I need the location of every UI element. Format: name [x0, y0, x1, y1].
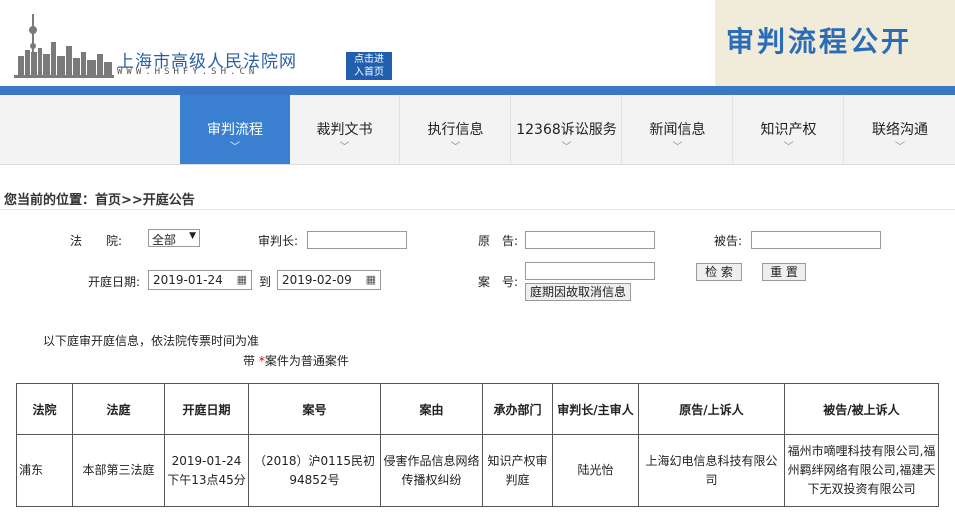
- nav-label: 联络沟通: [872, 122, 928, 138]
- col-header-defendant: 被告/被上诉人: [784, 383, 939, 435]
- nav-label: 审判流程: [207, 122, 263, 138]
- date-to-value: 2019-02-09: [282, 273, 352, 287]
- plaintiff-label: 原 告:: [478, 234, 519, 248]
- header-divider: [0, 86, 955, 95]
- col-header-department: 承办部门: [482, 383, 553, 435]
- col-header-case-no: 案号: [248, 383, 381, 435]
- notice-text: 以下庭审开庭信息，依法院传票时间为准: [43, 334, 260, 348]
- calendar-icon: ▦: [365, 273, 376, 286]
- nav-item-news[interactable]: 新闻信息 ﹀: [623, 95, 733, 164]
- cell-case-no: （2018）沪0115民初94852号: [248, 434, 381, 507]
- date-to-label: 到: [259, 275, 272, 289]
- enter-home-button[interactable]: 点击进 入首页: [346, 52, 392, 80]
- legend-prefix: 带: [243, 354, 259, 368]
- col-header-plaintiff: 原告/上诉人: [638, 383, 785, 435]
- reset-button[interactable]: 重 置: [762, 263, 806, 281]
- case-no-input[interactable]: [525, 262, 655, 280]
- nav-label: 知识产权: [760, 122, 817, 138]
- chevron-down-icon: ﹀: [339, 142, 350, 153]
- nav-item-judgments[interactable]: 裁判文书 ﹀: [290, 95, 400, 164]
- chevron-down-icon: ﹀: [783, 142, 794, 153]
- cell-defendant: 福州市嘀哩科技有限公司,福州羁绊网络有限公司,福建天下无双投资有限公司: [784, 434, 939, 507]
- nav-item-ip[interactable]: 知识产权 ﹀: [734, 95, 844, 164]
- cell-cause: 侵害作品信息网络传播权纠纷: [380, 434, 483, 507]
- col-header-court: 法院: [16, 383, 73, 435]
- col-header-courtroom: 法庭: [72, 383, 165, 435]
- calendar-icon: ▦: [236, 273, 247, 286]
- chevron-down-icon: ﹀: [230, 142, 240, 153]
- site-url: WWW.HSHFY.SH.CN: [117, 67, 259, 77]
- col-header-judge: 审判长/主审人: [552, 383, 639, 435]
- plaintiff-input[interactable]: [525, 231, 655, 249]
- court-select-value: 全部: [152, 233, 177, 247]
- date-from-input[interactable]: 2019-01-24 ▦: [148, 270, 252, 290]
- defendant-input[interactable]: [751, 231, 881, 249]
- main-nav: 审判流程 ﹀ 裁判文书 ﹀ 执行信息 ﹀ 12368诉讼服务 ﹀ 新闻信息 ﹀ …: [0, 95, 955, 165]
- search-button[interactable]: 检 索: [696, 263, 742, 281]
- nav-label: 裁判文书: [316, 122, 373, 138]
- nav-label: 新闻信息: [649, 122, 706, 138]
- cell-department: 知识产权审判庭: [482, 434, 553, 507]
- nav-item-12368-service[interactable]: 12368诉讼服务 ﹀: [512, 95, 622, 164]
- cell-date: 2019-01-24下午13点45分: [164, 434, 249, 507]
- nav-item-execution[interactable]: 执行信息 ﹀: [401, 95, 511, 164]
- defendant-label: 被告:: [714, 234, 743, 248]
- date-to-input[interactable]: 2019-02-09 ▦: [277, 270, 381, 290]
- col-header-cause: 案由: [380, 383, 483, 435]
- nav-item-trial-process[interactable]: 审判流程 ﹀: [180, 95, 290, 164]
- banner-title: 审判流程公开: [726, 25, 913, 58]
- dropdown-arrow-icon: ▼: [189, 231, 196, 241]
- cell-court: 浦东: [16, 434, 73, 507]
- chevron-down-icon: ﹀: [561, 142, 572, 153]
- cell-judge: 陆光怡: [552, 434, 639, 507]
- court-label: 法 院:: [70, 234, 123, 248]
- site-header: 上海市高级人民法院网 WWW.HSHFY.SH.CN 点击进 入首页 审判流程公…: [0, 0, 955, 86]
- breadcrumb: 您当前的位置：首页>>开庭公告: [4, 193, 195, 208]
- chevron-down-icon: ﹀: [895, 142, 905, 153]
- cell-plaintiff: 上海幻电信息科技有限公司: [638, 434, 785, 507]
- court-select[interactable]: 全部 ▼: [148, 229, 200, 247]
- table-row: 浦东 本部第三法庭 2019-01-24下午13点45分 （2018）沪0115…: [16, 434, 939, 507]
- home-button-line1: 点击进: [354, 54, 384, 65]
- home-button-line2: 入首页: [354, 67, 384, 78]
- notice-legend: 带 *案件为普通案件: [243, 352, 349, 369]
- case-no-label: 案 号:: [478, 275, 519, 289]
- nav-label: 12368诉讼服务: [516, 122, 617, 138]
- hearing-table: 法院 法庭 开庭日期 案号 案由 承办部门 审判长/主审人 原告/上诉人 被告/…: [16, 383, 939, 507]
- nav-label: 执行信息: [427, 122, 484, 138]
- judge-input[interactable]: [307, 231, 407, 249]
- legend-suffix: 案件为普通案件: [264, 354, 349, 368]
- cell-courtroom: 本部第三法庭: [72, 434, 165, 507]
- date-from-value: 2019-01-24: [153, 273, 223, 287]
- col-header-date: 开庭日期: [164, 383, 249, 435]
- chevron-down-icon: ﹀: [450, 142, 461, 153]
- table-header-row: 法院 法庭 开庭日期 案号 案由 承办部门 审判长/主审人 原告/上诉人 被告/…: [16, 383, 939, 435]
- chevron-down-icon: ﹀: [672, 142, 683, 153]
- breadcrumb-divider: [0, 209, 955, 210]
- judge-label: 审判长:: [258, 234, 299, 248]
- date-label: 开庭日期:: [88, 275, 141, 289]
- city-skyline-logo: [14, 14, 114, 78]
- nav-item-contact[interactable]: 联络沟通 ﹀: [845, 95, 955, 164]
- cancelled-hearings-button[interactable]: 庭期因故取消信息: [525, 283, 631, 301]
